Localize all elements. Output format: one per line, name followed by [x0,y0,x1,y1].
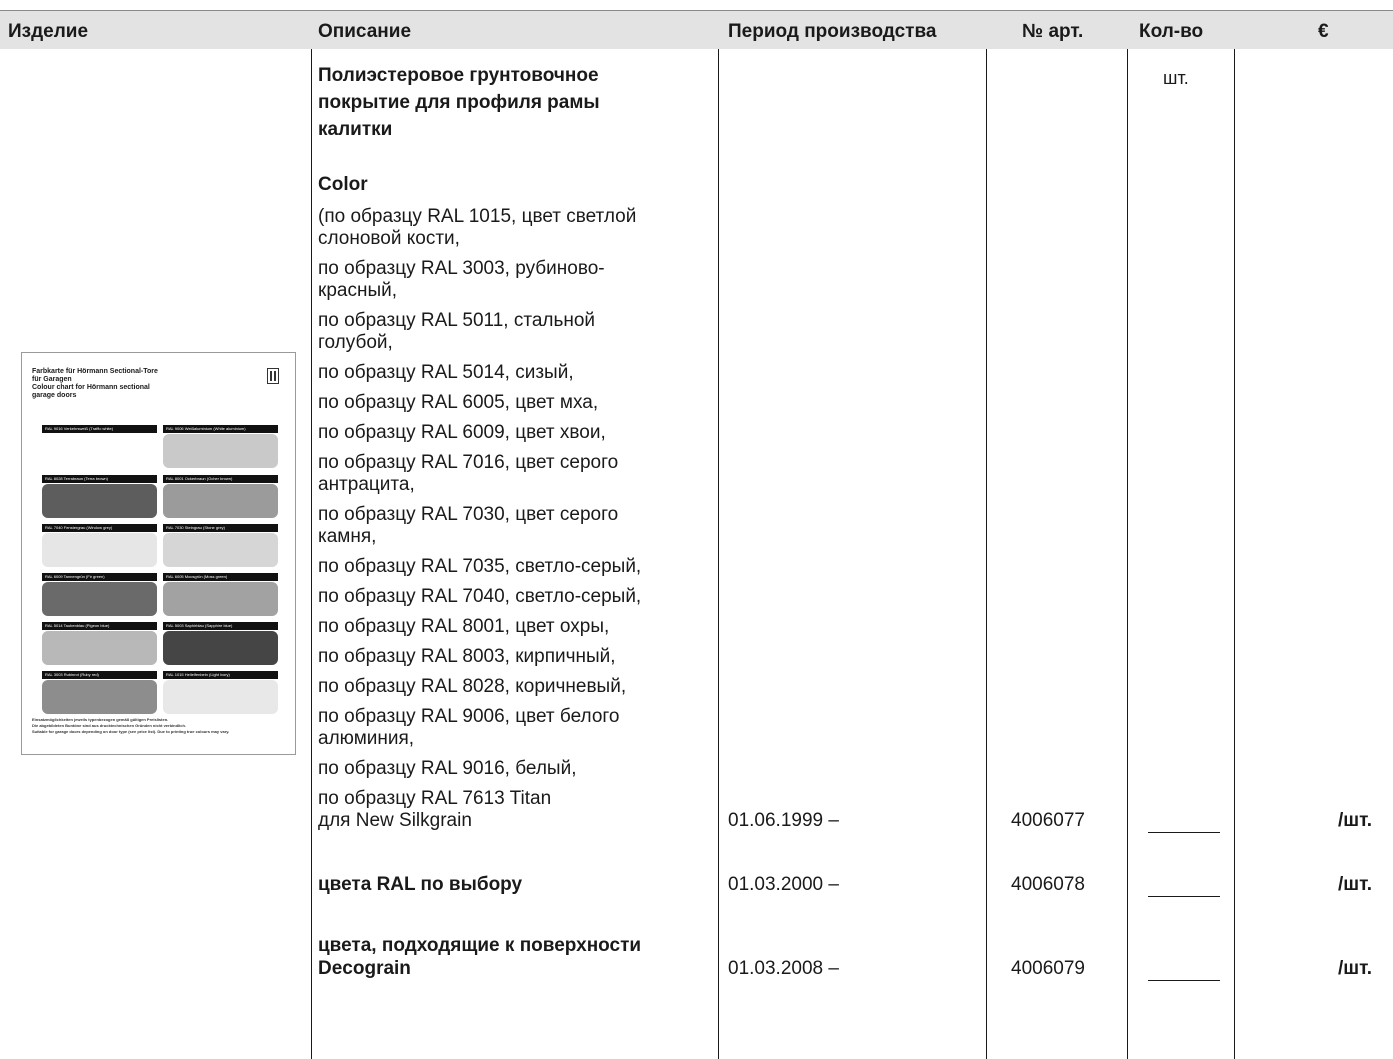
color-line: (по образцу RAL 1015, цвет светлой [318,206,637,227]
color-line: по образцу RAL 8003, кирпичный, [318,646,616,667]
color-swatch [42,680,157,714]
swatch-label: RAL 9006 Weißaluminium (White aluminium) [163,425,278,433]
qty-unit: шт. [1163,68,1189,88]
color-line: по образцу RAL 7030, цвет серого [318,504,619,525]
row-label: цвета RAL по выбору [318,874,523,895]
color-line: по образцу RAL 7040, светло-серый, [318,586,642,607]
row-label: Decograin [318,958,411,979]
hoermann-logo-icon [267,368,279,384]
color-swatch [163,484,278,518]
card-title-line: Colour chart for Hörmann sectional [32,384,150,391]
swatch-label: RAL 8001 Ockerbraun (Ocher brown) [163,475,278,483]
color-line: по образцу RAL 7613 Titan [318,788,552,809]
swatch-label: RAL 6009 Tannengrün (Fir green) [42,573,157,581]
color-swatch [163,434,278,468]
color-line: антрацита, [318,474,415,495]
color-line: по образцу RAL 7035, светло-серый, [318,556,642,577]
row-price: /шт. [1338,810,1373,831]
color-line: красный, [318,280,397,301]
column-divider [986,49,987,1059]
swatch-label: RAL 3003 Rubinrot (Ruby red) [42,671,157,679]
card-title-line: für Garagen [32,376,72,383]
header-product: Изделие [8,21,89,42]
column-divider [311,49,312,1059]
row-period: 01.03.2008 – [728,958,839,979]
header-art: № арт. [1022,21,1084,42]
product-title-line: покрытие для профиля рамы [318,92,600,113]
card-footer-line: Suitable for garage doors depending on d… [32,729,230,734]
swatch-label: RAL 5014 Taubenblau (Pigeon blue) [42,622,157,630]
color-line: алюминия, [318,728,415,749]
color-line: по образцу RAL 9016, белый, [318,758,577,779]
row-art: 4006077 [1011,810,1085,831]
color-line: по образцу RAL 5014, сизый, [318,362,574,383]
color-heading: Color [318,174,368,195]
row-art: 4006078 [1011,874,1085,895]
header-description: Описание [318,21,412,42]
color-swatch [163,680,278,714]
color-chart-card: Farbkarte für Hörmann Sectional-Tore für… [21,352,296,755]
color-swatch [163,582,278,616]
color-line: по образцу RAL 6005, цвет мха, [318,392,599,413]
row-art: 4006079 [1011,958,1085,979]
color-swatch [42,582,157,616]
color-swatch [42,434,157,468]
color-line: по образцу RAL 6009, цвет хвои, [318,422,606,443]
card-title-line: Farbkarte für Hörmann Sectional-Tore [32,368,158,375]
color-line: слоновой кости, [318,228,460,249]
row-period: 01.06.1999 – [728,810,839,831]
qty-input-line[interactable] [1148,980,1220,981]
table-header: Изделие Описание Период производства № а… [0,10,1393,49]
card-footer: Einsatzmöglichkeiten jeweils typenbezoge… [32,717,229,735]
color-swatch [163,631,278,665]
row-price: /шт. [1338,958,1373,979]
color-swatch [42,533,157,567]
swatch-label: RAL 5003 Saphirblau (Sapphire blue) [163,622,278,630]
swatch-label: RAL 6005 Moosgrün (Moss green) [163,573,278,581]
swatch-label: RAL 7030 Steingrau (Stone grey) [163,524,278,532]
color-swatch [163,533,278,567]
column-divider [1234,49,1235,1059]
color-line: по образцу RAL 7016, цвет серого [318,452,619,473]
color-line: по образцу RAL 5011, стальной [318,310,596,331]
color-line: по образцу RAL 8028, коричневый, [318,676,627,697]
color-line: камня, [318,526,377,547]
qty-input-line[interactable] [1148,832,1220,833]
color-line: по образцу RAL 3003, рубиново- [318,258,605,279]
column-divider [1127,49,1128,1059]
column-divider [718,49,719,1059]
header-qty: Кол-во [1139,21,1204,42]
header-price: € [1318,21,1329,42]
color-line: по образцу RAL 8001, цвет охры, [318,616,610,637]
swatch-label: RAL 8028 Terrabraun (Terra brown) [42,475,157,483]
swatch-label: RAL 1015 Hellelfenbein (Light ivory) [163,671,278,679]
color-line: для New Silkgrain [318,810,472,831]
row-label: цвета, подходящие к поверхности [318,935,642,956]
color-swatch [42,631,157,665]
row-price: /шт. [1338,874,1373,895]
header-period: Период производства [728,21,937,42]
color-swatch [42,484,157,518]
product-title-line: калитки [318,119,393,140]
color-line: голубой, [318,332,393,353]
card-title-line: garage doors [32,392,77,399]
swatch-label: RAL 7040 Fenstergrau (Window grey) [42,524,157,532]
qty-input-line[interactable] [1148,896,1220,897]
product-title-line: Полиэстеровое грунтовочное [318,65,599,86]
swatch-label: RAL 9016 Verkehrsweiß (Traffic white) [42,425,157,433]
card-title: Farbkarte für Hörmann Sectional-Tore für… [32,368,158,400]
row-period: 01.03.2000 – [728,874,839,895]
color-line: по образцу RAL 9006, цвет белого [318,706,620,727]
